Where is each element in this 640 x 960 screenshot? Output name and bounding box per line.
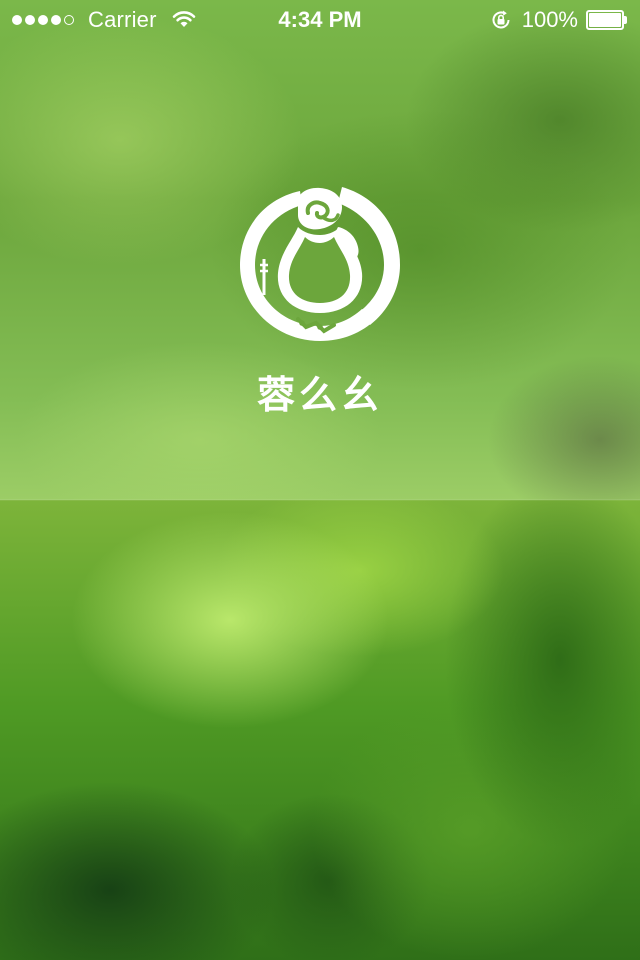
status-bar: Carrier 4:34 PM 100% <box>0 0 640 40</box>
orientation-lock-icon <box>492 10 510 29</box>
battery-icon <box>586 10 628 30</box>
battery-percent: 100% <box>521 7 578 32</box>
background-bottom-panel <box>0 500 640 960</box>
splash-background <box>0 0 640 960</box>
brand-name: 蓉么幺 <box>256 373 383 417</box>
background-divider <box>0 499 640 501</box>
gourd-logo-icon <box>240 187 400 341</box>
status-right: 100% <box>490 7 628 33</box>
